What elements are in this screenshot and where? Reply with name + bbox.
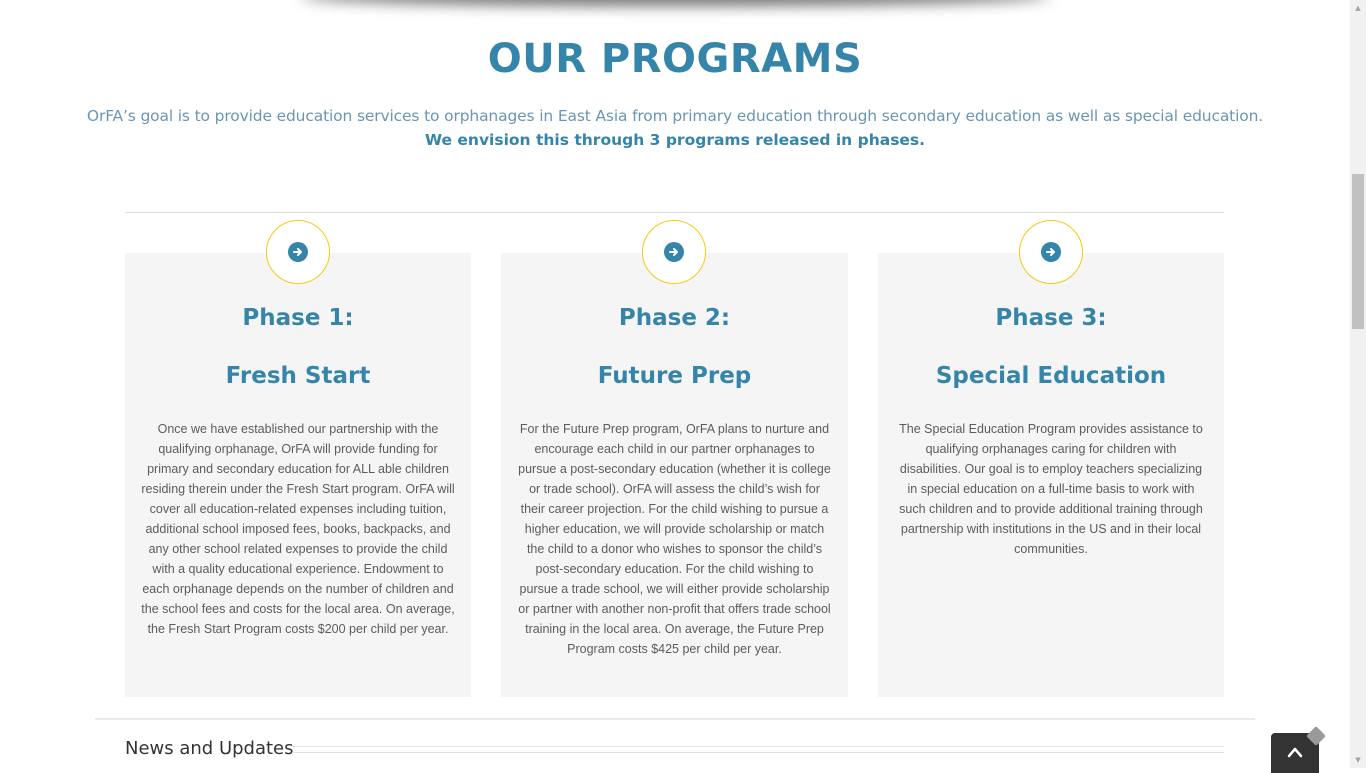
program-description: Once we have established our partnership…	[141, 422, 455, 636]
program-description: For the Future Prep program, OrFA plans …	[518, 422, 831, 656]
section-divider	[125, 212, 1224, 213]
intro-emphasis: We envision this through 3 programs rele…	[424, 131, 926, 149]
news-heading: News and Updates	[125, 738, 294, 759]
section-separator	[95, 718, 1255, 720]
triangle-down-icon[interactable]: ▼	[1350, 752, 1366, 768]
program-phase: Phase 2:	[618, 305, 731, 331]
program-name: Fresh Start	[225, 363, 371, 389]
arrow-circle-right-icon	[642, 220, 706, 284]
news-divider	[292, 746, 1224, 753]
chevron-up-icon	[1287, 743, 1303, 762]
program-card-future-prep: Phase 2: Future Prep For the Future Prep…	[501, 253, 848, 697]
program-phase: Phase 3:	[995, 305, 1107, 331]
program-phase: Phase 1:	[242, 305, 354, 331]
page-scrollbar[interactable]: ▲ ▼	[1350, 0, 1366, 768]
intro-text: OrFA’s goal is to provide education serv…	[86, 107, 1264, 125]
arrow-circle-right-icon	[266, 220, 330, 284]
arrow-circle-right-icon	[1019, 220, 1083, 284]
program-name: Future Prep	[597, 363, 752, 389]
program-description: The Special Education Program provides a…	[899, 422, 1203, 556]
program-card-fresh-start: Phase 1: Fresh Start Once we have establ…	[125, 253, 471, 697]
program-card-special-education: Phase 3: Special Education The Special E…	[878, 253, 1224, 697]
page-title: OUR PROGRAMS	[487, 36, 863, 82]
intro-block: OrFA’s goal is to provide education serv…	[0, 104, 1350, 152]
program-name: Special Education	[935, 363, 1167, 389]
scrollbar-thumb[interactable]	[1352, 174, 1364, 329]
triangle-up-icon[interactable]: ▲	[1350, 0, 1366, 16]
